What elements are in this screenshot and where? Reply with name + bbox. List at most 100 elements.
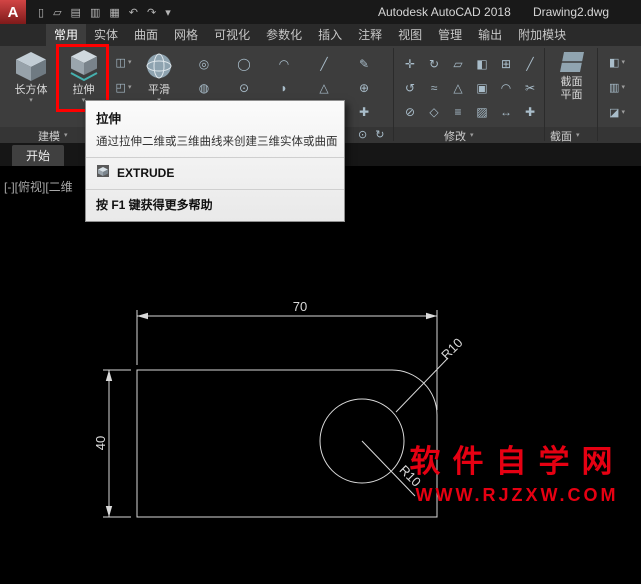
chevron-down-icon: ▾	[29, 97, 33, 105]
section-plane-label-2: 平面	[561, 89, 583, 102]
extrude-command-icon	[96, 164, 110, 181]
ribbon-tool-icon[interactable]: ↔	[494, 100, 518, 124]
ribbon-tool-icon[interactable]: ◗	[264, 76, 304, 100]
tab-surface[interactable]: 曲面	[126, 24, 166, 46]
ribbon-tool-icon[interactable]: ◪▾	[602, 100, 632, 125]
extrude-button[interactable]: 拉伸 ▾	[60, 48, 107, 105]
saveas-icon[interactable]: ▥	[90, 6, 100, 19]
fillet-radius-text: R10	[438, 335, 465, 362]
tool-glyph: ◫	[116, 56, 126, 69]
chevron-down-icon: ▾	[128, 84, 132, 92]
tooltip-divider	[86, 189, 344, 190]
panel-separator	[597, 48, 598, 141]
ribbon-tool-icon[interactable]: △	[446, 76, 470, 100]
arrowhead	[137, 313, 148, 319]
ribbon-tool-icon[interactable]: ◠	[494, 76, 518, 100]
tool-glyph: ◧	[609, 56, 619, 69]
viewport-controls[interactable]: [-][俯视][二维	[4, 178, 73, 195]
new-file-icon[interactable]: ▯	[38, 6, 44, 19]
section-plane-icon	[558, 48, 586, 76]
ribbon-tool-icon[interactable]: ⊘	[398, 100, 422, 124]
ribbon-tool-icon[interactable]: ◠	[264, 52, 304, 76]
ribbon-tool-icon[interactable]: ≈	[422, 76, 446, 100]
tooltip-title: 拉伸	[96, 108, 334, 127]
ribbon-tool-icon[interactable]: ╱	[518, 52, 542, 76]
ribbon-tool-icon[interactable]: ✚	[344, 100, 384, 124]
chevron-down-icon: ▾	[621, 84, 625, 92]
ribbon-tool-icon[interactable]: ≡	[446, 100, 470, 124]
tab-parametric[interactable]: 参数化	[258, 24, 310, 46]
ribbon-tool-icon[interactable]: ↻	[375, 128, 384, 141]
extrude-icon	[68, 48, 100, 84]
box-button-label: 长方体	[15, 84, 48, 97]
tab-annotate[interactable]: 注释	[350, 24, 390, 46]
panel-separator	[393, 48, 394, 141]
panel-title-text: 修改	[444, 128, 466, 144]
save-icon[interactable]: ▤	[71, 6, 81, 19]
modeling-strip-icons: ⊙ ↻	[358, 128, 384, 141]
ribbon-tool-icon[interactable]: ◇	[422, 100, 446, 124]
box-button[interactable]: 长方体 ▾	[4, 48, 58, 105]
tooltip-divider	[86, 157, 344, 158]
drawing-canvas[interactable]: 70 40 R10 R10	[0, 166, 641, 584]
open-folder-icon[interactable]: ▱	[53, 6, 61, 19]
box-3d-icon	[13, 48, 49, 84]
tab-view[interactable]: 视图	[390, 24, 430, 46]
drawing-geometry	[103, 310, 448, 517]
chevron-down-icon: ▾	[621, 109, 625, 117]
ribbon-tool-icon[interactable]: ⊞	[494, 52, 518, 76]
ribbon-tool-icon[interactable]: ✂	[518, 76, 542, 100]
tab-visualize[interactable]: 可视化	[206, 24, 258, 46]
ribbon-tool-icon[interactable]: ↺	[398, 76, 422, 100]
watermark-url: WWW.RJZXW.COM	[398, 485, 636, 506]
ribbon-tool-icon[interactable]: ↻	[422, 52, 446, 76]
undo-icon[interactable]: ↶	[129, 6, 138, 19]
ribbon-tool-icon[interactable]: ◎	[184, 52, 224, 76]
smooth-object-button[interactable]: 平滑 ▾	[137, 48, 181, 105]
smooth-button-label: 平滑	[148, 84, 170, 97]
ribbon-tool-icon[interactable]: ◧	[470, 52, 494, 76]
tab-insert[interactable]: 插入	[310, 24, 350, 46]
arrowhead	[426, 313, 437, 319]
ribbon-tool-icon[interactable]: ◍	[184, 76, 224, 100]
section-plane-button[interactable]: 截面 平面	[548, 48, 595, 102]
ribbon-tool-icon[interactable]: ◯	[224, 52, 264, 76]
plot-icon[interactable]: ▦	[109, 6, 119, 19]
ribbon-tool-icon[interactable]: ✎	[344, 52, 384, 76]
app-title: Autodesk AutoCAD 2018	[378, 5, 511, 19]
ribbon-tool-icon[interactable]: ▱	[446, 52, 470, 76]
ribbon-tool-icon[interactable]: ▣	[470, 76, 494, 100]
ribbon-tool-icon[interactable]: ◫▾	[110, 50, 137, 75]
panel-title-modify[interactable]: 修改 ▾	[444, 128, 474, 144]
qat-more-icon[interactable]: ▾	[165, 6, 171, 19]
ribbon-tool-icon[interactable]: ◧▾	[602, 50, 632, 75]
ribbon-tool-icon[interactable]: ▥▾	[602, 75, 632, 100]
panel-title-section[interactable]: 截面 ▾	[550, 128, 580, 144]
panel-title-text: 建模	[38, 128, 60, 144]
ribbon-tool-icon[interactable]: ✚	[518, 100, 542, 124]
section-tool-column: ◧▾ ▥▾ ◪▾	[602, 50, 632, 125]
tab-output[interactable]: 输出	[470, 24, 510, 46]
ribbon-tool-icon[interactable]: ✛	[398, 52, 422, 76]
ribbon-tool-icon[interactable]: ⊙	[224, 76, 264, 100]
ribbon-tool-icon[interactable]: △	[304, 76, 344, 100]
plate-outline	[137, 370, 437, 517]
ribbon-tool-icon[interactable]: ╱	[304, 52, 344, 76]
ribbon-tool-icon[interactable]: ◰▾	[110, 75, 137, 100]
panel-title-modeling[interactable]: 建模 ▾	[38, 128, 68, 144]
tool-glyph: ◪	[609, 106, 619, 119]
ribbon-tool-icon[interactable]: ⊕	[344, 76, 384, 100]
redo-icon[interactable]: ↷	[147, 6, 156, 19]
watermark: 软件自学网 WWW.RJZXW.COM	[398, 436, 636, 506]
chevron-down-icon: ▾	[64, 132, 68, 140]
tab-addins[interactable]: 附加模块	[510, 24, 574, 46]
tab-solid[interactable]: 实体	[86, 24, 126, 46]
tooltip-description: 通过拉伸二维或三维曲线来创建三维实体或曲面	[96, 133, 334, 149]
start-tab[interactable]: 开始	[12, 145, 64, 166]
ribbon-tool-icon[interactable]: ▨	[470, 100, 494, 124]
tab-mesh[interactable]: 网格	[166, 24, 206, 46]
autocad-logo-icon[interactable]: A	[0, 0, 26, 24]
tab-manage[interactable]: 管理	[430, 24, 470, 46]
tab-home[interactable]: 常用	[46, 24, 86, 46]
ribbon-tool-icon[interactable]: ⊙	[358, 128, 367, 141]
